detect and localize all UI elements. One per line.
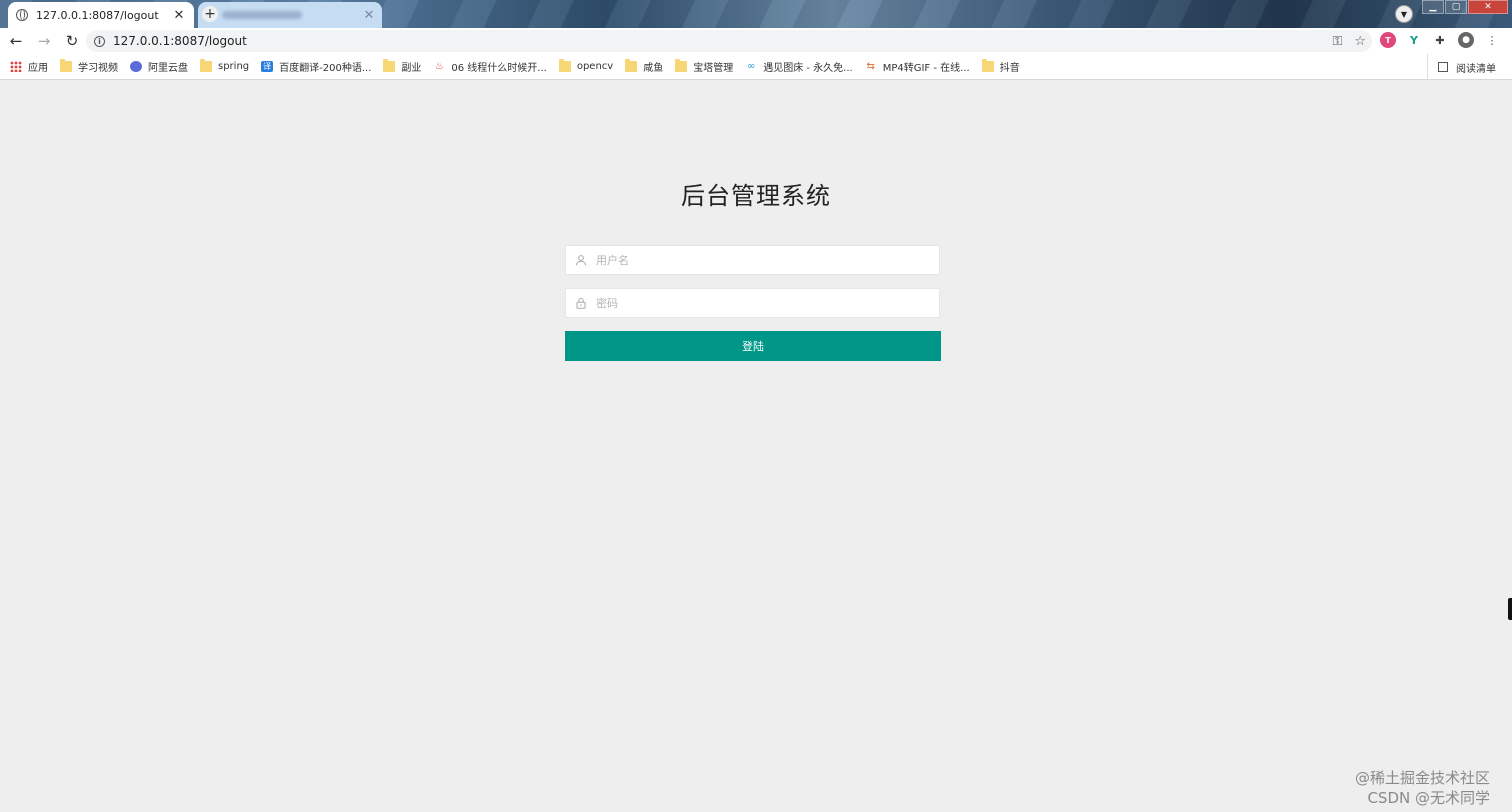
login-button[interactable]: 登陆 [565,331,941,361]
tab-title: 127.0.0.1:8087/logout [36,8,159,22]
username-field[interactable] [565,245,940,275]
bookmark-item[interactable]: 学习视频 [60,59,118,74]
tab-strip: 127.0.0.1:8087/logout ✕ ✕ + ▼ ▁ ▢ ✕ [0,0,1512,28]
reload-icon[interactable]: ↻ [60,32,84,50]
login-page: 后台管理系统 登陆 @稀土掘金技术社区 CSDN @无术同学 [0,80,1512,812]
back-arrow-icon[interactable]: ← [4,32,28,50]
key-icon[interactable]: ⚿ [1332,34,1342,49]
star-icon[interactable]: ☆ [1354,34,1366,49]
aliyun-icon [130,61,142,72]
lock-icon [574,296,588,310]
bookmark-item[interactable]: 阿里云盘 [130,59,188,74]
window-close-icon[interactable]: ✕ [1468,0,1508,14]
extension-icons: T Y ✚ ● ⋮ [1380,32,1500,48]
link-icon: ∞ [747,61,756,72]
forward-arrow-icon[interactable]: → [32,32,56,50]
close-tab-icon[interactable]: ✕ [362,8,376,23]
bookmark-item[interactable]: spring [200,59,249,72]
bookmark-item[interactable]: ∞ 遇见图床 - 永久免... [745,59,853,74]
tab-search-icon[interactable]: ▼ [1395,5,1413,23]
profile-icon[interactable]: ● [1458,32,1474,48]
bookmark-item[interactable]: ♨ 06 线程什么时候开... [433,59,547,74]
close-tab-icon[interactable]: ✕ [172,8,186,23]
reading-list-icon [1438,62,1448,72]
tab-inactive[interactable]: ✕ [198,2,382,28]
maximize-icon[interactable]: ▢ [1445,0,1467,14]
info-icon[interactable]: i [94,35,105,47]
apps-icon [10,61,22,72]
window-controls: ▁ ▢ ✕ [1421,0,1508,14]
watermark: @稀土掘金技术社区 CSDN @无术同学 [1355,768,1490,808]
fire-icon: ♨ [434,61,444,72]
scroll-edge-handle [1508,598,1512,620]
gif-icon: ⇆ [866,61,875,72]
folder-icon [558,59,571,72]
blurred-tab-title [222,11,302,19]
globe-icon [16,9,28,21]
username-input[interactable] [594,246,939,274]
bookmark-item[interactable]: 副业 [383,59,421,74]
minimize-icon[interactable]: ▁ [1422,0,1444,14]
browser-toolbar: ← → ↻ i 127.0.0.1:8087/logout ⚿ ☆ T Y ✚ … [0,28,1512,54]
new-tab-button[interactable]: + [202,6,218,22]
password-input[interactable] [594,289,939,317]
bookmark-apps[interactable]: 应用 [10,59,48,74]
folder-icon [675,59,688,72]
tab-active[interactable]: 127.0.0.1:8087/logout ✕ [8,2,194,28]
folder-icon [200,59,212,72]
extension-y-icon[interactable]: Y [1406,32,1422,48]
bookmark-item[interactable]: 译百度翻译-200种语... [261,59,371,74]
page-title: 后台管理系统 [681,182,831,210]
bookmark-item[interactable]: opencv [558,59,613,72]
bookmark-item[interactable]: 宝塔管理 [675,59,733,74]
bookmark-item[interactable]: 咸鱼 [625,59,663,74]
address-bar[interactable]: i 127.0.0.1:8087/logout ⚿ ☆ [86,30,1372,52]
extension-t-icon[interactable]: T [1380,32,1396,48]
user-icon [574,253,588,267]
password-field[interactable] [565,288,940,318]
reading-list-button[interactable]: 阅读清单 [1427,54,1496,80]
watermark-line-1: @稀土掘金技术社区 [1354,769,1490,787]
folder-icon [625,59,638,72]
url-text[interactable]: 127.0.0.1:8087/logout [113,34,247,48]
translate-icon: 译 [261,61,274,72]
folder-icon [981,59,994,72]
watermark-line-2: CSDN @无术同学 [1367,789,1490,807]
folder-icon [60,59,72,72]
bookmark-item[interactable]: 抖音 [981,59,1020,74]
bookmarks-bar: 应用 学习视频 阿里云盘 spring 译百度翻译-200种语... 副业 ♨ 0… [0,54,1512,80]
menu-dots-icon[interactable]: ⋮ [1484,32,1500,48]
folder-icon [383,59,396,72]
bookmark-item[interactable]: ⇆ MP4转GIF - 在线... [865,59,970,74]
puzzle-icon[interactable]: ✚ [1432,32,1448,48]
